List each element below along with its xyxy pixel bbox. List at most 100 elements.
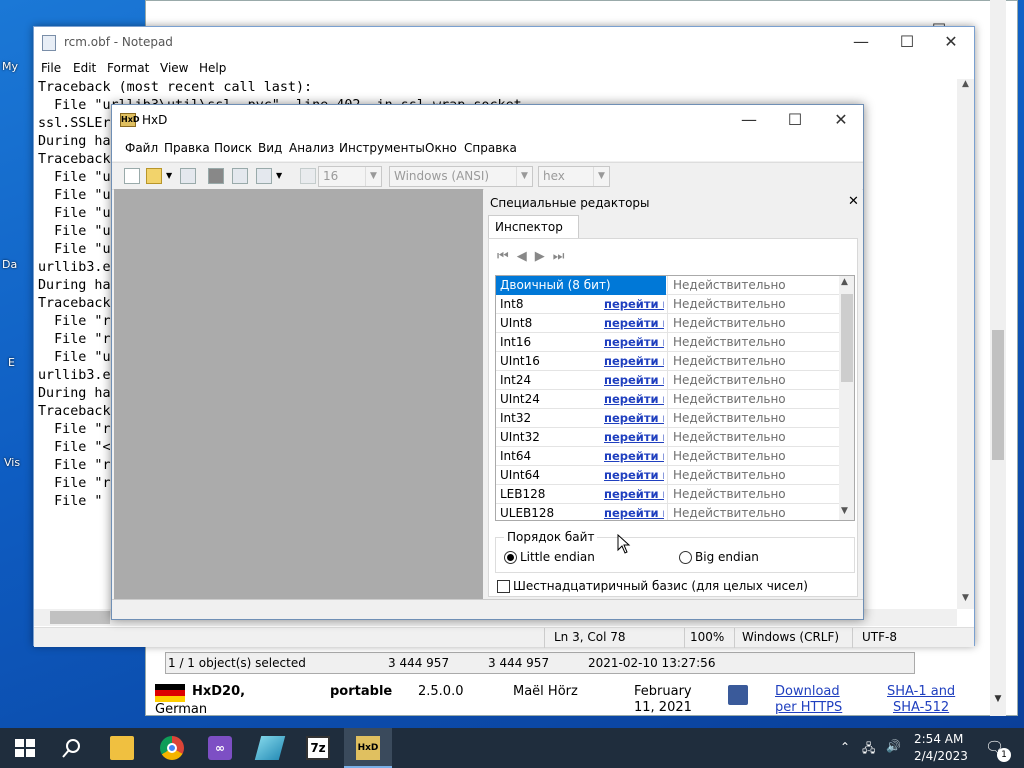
inspector-row[interactable]: Int32перейти к:Недействительно [496,409,839,428]
inspector-row[interactable]: UInt24перейти к:Недействительно [496,390,839,409]
inspector-row[interactable]: Int64перейти к:Недействительно [496,447,839,466]
menu-tools[interactable]: Инструменты [339,141,425,155]
tab-data-inspector[interactable]: Инспектор данных [488,215,579,248]
charset-select[interactable]: Windows (ANSI) ▼ [389,166,533,187]
download-link[interactable]: per HTTPS [775,700,842,715]
new-file-icon[interactable] [124,168,140,184]
last-record-icon[interactable]: ⏭ [553,249,573,264]
scroll-up-icon[interactable]: ▲ [841,277,848,287]
offset-base-select[interactable]: hex ▼ [538,166,610,187]
desktop-icon-label[interactable]: My [2,60,18,73]
hxd-taskbar-button[interactable]: HxD [344,728,392,768]
minimize-icon[interactable]: — [838,27,884,57]
data-value[interactable]: Недействительно [667,447,839,466]
menu-help[interactable]: Help [199,61,226,75]
first-record-icon[interactable]: ⏮ [497,249,517,264]
ram-icon[interactable] [232,168,248,184]
goto-link[interactable]: перейти к: [604,316,664,330]
big-endian-radio[interactable] [679,551,692,564]
scroll-thumb[interactable] [50,611,110,624]
menu-help[interactable]: Справка [464,141,517,155]
inspector-row[interactable]: UInt16перейти к:Недействительно [496,352,839,371]
goto-link[interactable]: перейти к: [604,468,664,482]
scroll-down-icon[interactable]: ▼ [990,694,1006,710]
goto-link[interactable]: перейти к: [604,449,664,463]
goto-link[interactable]: перейти к: [604,297,664,311]
download-link[interactable]: Download [775,684,840,699]
chevron-up-icon[interactable]: ⌃ [840,740,850,754]
hex-editor-area[interactable] [114,189,483,599]
data-value[interactable]: Недействительно [667,333,839,352]
menu-file[interactable]: Файл [125,141,158,155]
chrome-icon[interactable] [160,736,184,760]
desktop-icon-label[interactable]: E [8,356,15,369]
data-value[interactable]: Недействительно [667,352,839,371]
next-record-icon[interactable]: ▶ [535,249,553,264]
maximize-icon[interactable]: ☐ [772,105,818,135]
menu-format[interactable]: Format [107,61,149,75]
menu-analysis[interactable]: Анализ [289,141,334,155]
data-value[interactable]: Недействительно [667,504,839,520]
inspector-row[interactable]: Int8перейти к:Недействительно [496,295,839,314]
desktop-icon-label[interactable]: Vis [4,456,20,469]
minimize-icon[interactable]: — [726,105,772,135]
inspector-row[interactable]: UInt64перейти к:Недействительно [496,466,839,485]
bytes-per-row-select[interactable]: 16 ▼ [318,166,382,187]
goto-link[interactable]: перейти к: [604,430,664,444]
data-value[interactable]: Недействительно [667,276,839,295]
scroll-down-icon[interactable]: ▼ [959,593,972,609]
data-value[interactable]: Недействительно [667,314,839,333]
hex-basis-checkbox[interactable] [497,580,510,593]
process-icon[interactable] [256,168,272,184]
disk-icon[interactable] [208,168,224,184]
search-icon[interactable] [60,736,84,760]
inspector-row[interactable]: Int24перейти к:Недействительно [496,371,839,390]
notepad-vertical-scrollbar[interactable]: ▲ ▼ [957,79,974,609]
visual-studio-icon[interactable]: ∞ [208,736,232,760]
scroll-up-icon[interactable]: ▲ [959,79,972,95]
inspector-row[interactable]: UInt32перейти к:Недействительно [496,428,839,447]
data-value[interactable]: Недействительно [667,295,839,314]
close-icon[interactable]: ✕ [928,27,974,57]
previous-record-icon[interactable]: ◀ [517,249,535,264]
data-value[interactable]: Недействительно [667,390,839,409]
desktop-icon-label[interactable]: Da [2,258,17,271]
menu-view[interactable]: View [160,61,188,75]
inspector-row[interactable]: Int16перейти к:Недействительно [496,333,839,352]
menu-search[interactable]: Поиск [214,141,252,155]
notepad-taskbar-icon[interactable] [254,736,286,760]
goto-link[interactable]: перейти к: [604,354,664,368]
data-value[interactable]: Недействительно [667,466,839,485]
sha-link[interactable]: SHA-512 [893,700,949,715]
data-inspector-grid[interactable]: ULEB128перейти к:НедействительноLEB128пе… [495,275,855,521]
inspector-row[interactable]: Двоичный (8 бит) Недействительно [496,276,839,295]
inspector-row[interactable]: LEB128перейти к:Недействительно [496,485,839,504]
menu-window[interactable]: Окно [425,141,457,155]
volume-icon[interactable]: 🔊 [886,739,901,753]
close-icon[interactable]: ✕ [818,105,864,135]
file-explorer-icon[interactable] [110,736,134,760]
menu-edit[interactable]: Edit [73,61,96,75]
menu-view[interactable]: Вид [258,141,282,155]
save-icon[interactable] [180,168,196,184]
browser-scroll-thumb[interactable] [992,330,1004,460]
maximize-icon[interactable]: ☐ [884,27,930,57]
chevron-down-icon[interactable]: ▼ [276,171,282,180]
menu-file[interactable]: File [41,61,61,75]
open-folder-icon[interactable] [146,168,162,184]
goto-link[interactable]: перейти к: [604,373,664,387]
windows-start-icon[interactable] [13,736,37,760]
goto-link[interactable]: перейти к: [604,411,664,425]
scroll-down-icon[interactable]: ▼ [841,506,848,516]
grid-scroll-thumb[interactable] [841,294,853,382]
data-value[interactable]: Недействительно [667,485,839,504]
clock-time[interactable]: 2:54 AM [914,732,963,746]
7zip-icon[interactable]: 7z [306,736,330,760]
chevron-down-icon[interactable]: ▼ [166,171,172,180]
little-endian-radio[interactable] [504,551,517,564]
network-icon[interactable]: 🖧 [862,739,875,760]
data-value[interactable]: Недействительно [667,428,839,447]
hxd-titlebar[interactable]: HxD HxD — ☐ ✕ [112,105,863,135]
data-value[interactable]: Недействительно [667,409,839,428]
data-value[interactable]: Недействительно [667,371,839,390]
